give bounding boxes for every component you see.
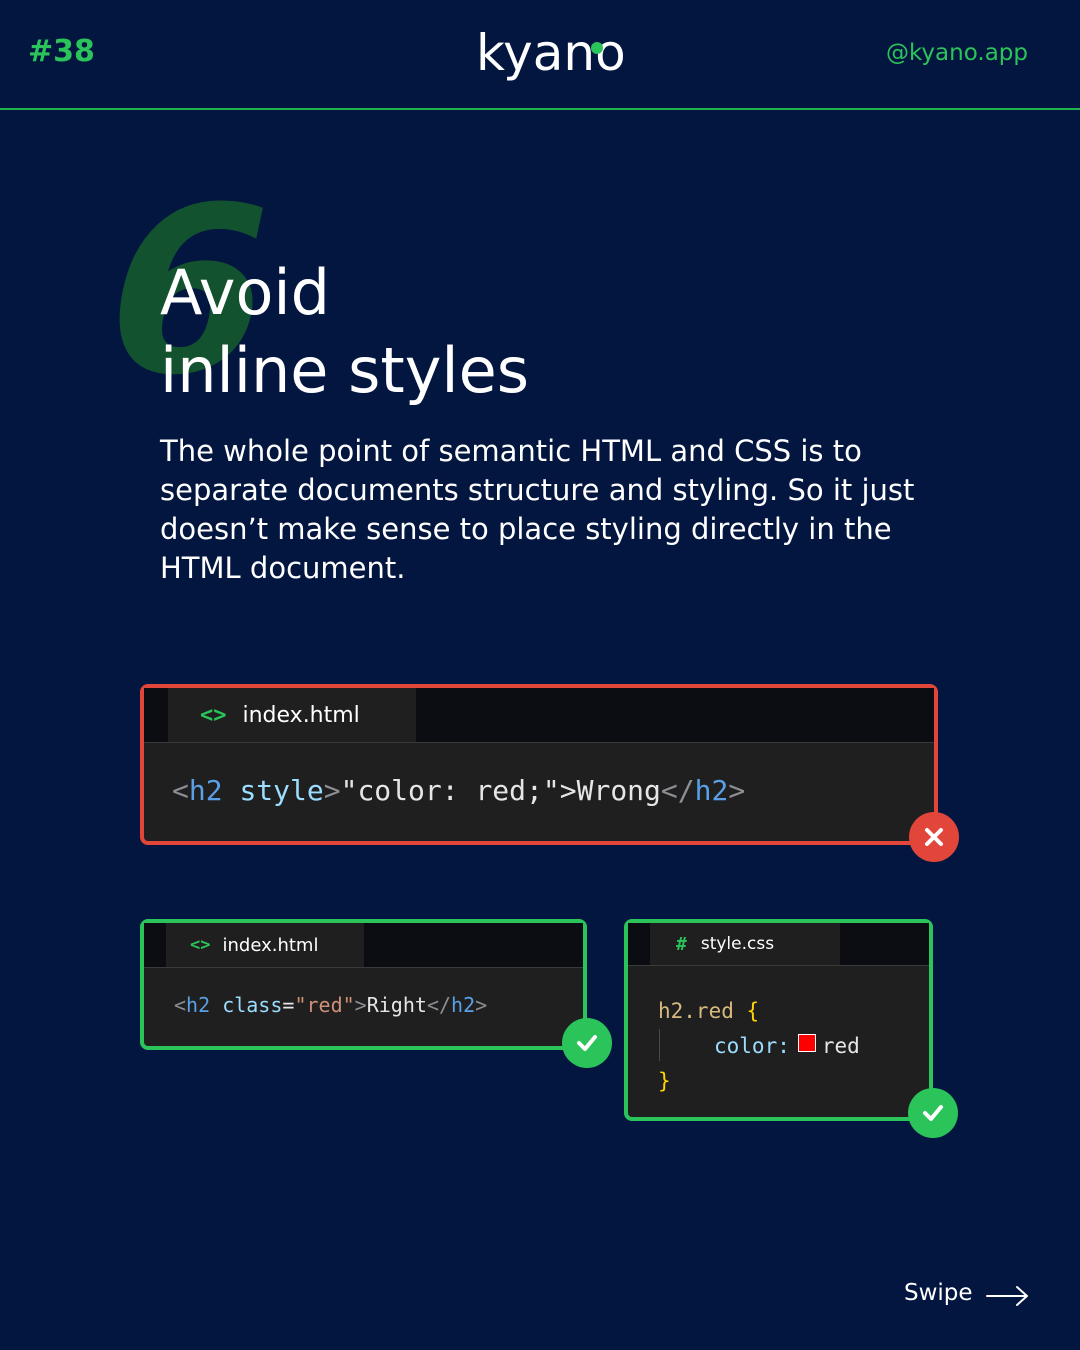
post-number: #38	[28, 34, 95, 69]
code-token: </	[426, 993, 452, 1017]
code-token: <	[174, 993, 187, 1017]
handle: @kyano.app	[885, 40, 1028, 66]
code-token: h2	[694, 774, 729, 807]
code-line-property: color: red	[714, 1034, 860, 1058]
tab-index-html[interactable]: <> index.html	[168, 688, 416, 742]
code-token: h2	[186, 993, 211, 1017]
description: The whole point of semantic HTML and CSS…	[160, 434, 915, 585]
code-token: }	[658, 1069, 671, 1093]
code-token: h2	[451, 993, 476, 1017]
code-token: Right	[366, 993, 427, 1017]
title-line-2: inline styles	[160, 334, 530, 407]
code-brackets-icon: <>	[190, 935, 211, 955]
code-brackets-icon: <>	[200, 702, 227, 728]
tab-style-css[interactable]: # style.css	[650, 923, 840, 965]
right-html-code-window: <> index.html <h2 class="red">Right</h2>	[140, 919, 587, 1050]
tab-strip: <> index.html	[144, 688, 934, 743]
right-badge-check-icon	[562, 1018, 612, 1068]
code-line-close: }	[658, 1069, 671, 1093]
code-token: {	[746, 999, 760, 1023]
header: #38 kyano @kyano.app	[0, 0, 1080, 110]
code-token: >	[323, 774, 341, 807]
code-line-selector: h2.red {	[658, 999, 759, 1023]
code-token: h2.red	[658, 999, 734, 1023]
right-badge-check-icon	[908, 1088, 958, 1138]
color-swatch[interactable]	[797, 1034, 816, 1052]
arrow-right-icon[interactable]	[986, 1284, 1030, 1308]
code-token: red	[821, 1034, 860, 1058]
page-title: Avoid inline styles	[160, 254, 529, 410]
code-token: =	[282, 993, 295, 1017]
tab-strip: <> index.html	[144, 923, 583, 968]
code-token: class	[222, 993, 283, 1017]
code-token: "red"	[294, 993, 355, 1017]
title-line-1: Avoid	[160, 256, 330, 329]
tab-label: index.html	[242, 702, 360, 728]
tab-index-html[interactable]: <> index.html	[166, 923, 364, 967]
code-token: >	[728, 774, 746, 807]
tab-label: index.html	[222, 934, 319, 956]
tab-strip: # style.css	[628, 923, 929, 966]
indent-guide	[659, 1029, 660, 1061]
swipe-label[interactable]: Swipe	[904, 1280, 973, 1306]
code-token: color:	[714, 1034, 790, 1058]
tab-label: style.css	[700, 934, 775, 954]
right-css-code-window: # style.css h2.red { color: red }	[624, 919, 933, 1121]
code-token: h2	[188, 774, 223, 807]
logo-dot-icon	[591, 42, 603, 54]
code-token: >	[354, 993, 367, 1017]
code-line: <h2 style>"color: red;">Wrong</h2>	[172, 774, 745, 807]
code-token: "color: red;">Wrong	[340, 774, 661, 807]
code-line: <h2 class="red">Right</h2>	[174, 993, 487, 1017]
wrong-code-window: <> index.html <h2 style>"color: red;">Wr…	[140, 684, 938, 845]
code-token: >	[475, 993, 488, 1017]
logo: kyano	[476, 24, 626, 82]
hash-icon: #	[676, 933, 687, 955]
code-token: </	[660, 774, 695, 807]
code-token: <	[172, 774, 189, 807]
code-token: style	[239, 774, 324, 807]
wrong-badge-x-icon	[909, 812, 959, 862]
